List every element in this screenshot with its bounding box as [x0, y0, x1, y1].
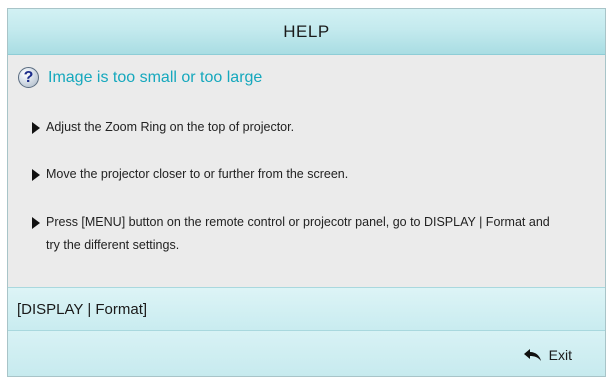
tip-item: Press [MENU] button on the remote contro… — [32, 215, 592, 257]
tip-text: Press [MENU] button on the remote contro… — [46, 215, 550, 252]
help-footer: Exit — [8, 331, 605, 376]
menu-path-text: [DISPLAY | Format] — [17, 300, 148, 318]
menu-path-link[interactable]: [DISPLAY | Format] — [8, 287, 605, 331]
bullet-arrow-icon — [32, 169, 40, 181]
tip-text: Move the projector closer to or further … — [46, 167, 349, 181]
exit-button[interactable]: Exit — [523, 347, 572, 363]
tip-item: Adjust the Zoom Ring on the top of proje… — [32, 120, 592, 139]
help-topic: ? Image is too small or too large — [18, 67, 262, 88]
question-icon: ? — [18, 67, 39, 88]
help-dialog: HELP ? Image is too small or too large A… — [7, 8, 606, 377]
exit-label: Exit — [548, 347, 572, 363]
return-arrow-icon — [523, 349, 541, 361]
bullet-arrow-icon — [32, 122, 40, 134]
help-header: HELP — [8, 9, 605, 55]
tip-item: Move the projector closer to or further … — [32, 167, 592, 186]
header-title: HELP — [283, 21, 330, 41]
bullet-arrow-icon — [32, 217, 40, 229]
topic-title: Image is too small or too large — [48, 68, 263, 86]
tip-text: Adjust the Zoom Ring on the top of proje… — [46, 120, 295, 134]
